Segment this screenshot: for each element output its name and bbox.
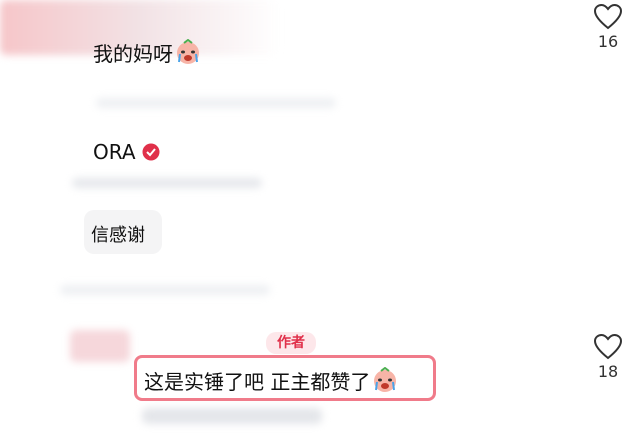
comment-text: 这是实锤了吧 正主都赞了: [144, 366, 398, 395]
comment-text: ORA: [93, 140, 160, 164]
like-count: 16: [597, 32, 619, 51]
crying-face-emoji: [177, 39, 199, 64]
like-button[interactable]: 16: [588, 4, 628, 51]
blurred-avatar: [70, 330, 130, 362]
heart-icon: [594, 334, 622, 360]
verified-check-icon: [142, 143, 160, 161]
blurred-text-line: [96, 98, 336, 108]
author-tag: 作者: [266, 332, 316, 354]
blurred-meta-line: [142, 408, 322, 424]
like-count: 18: [597, 362, 619, 381]
blurred-text-line: [72, 178, 262, 188]
crying-face-emoji: [374, 367, 397, 392]
comment-text: 我的妈呀: [93, 38, 201, 67]
heart-icon: [594, 4, 622, 30]
comment-text: 信感谢: [91, 225, 145, 246]
blurred-text-line: [60, 285, 270, 295]
like-button[interactable]: 18: [588, 334, 628, 381]
